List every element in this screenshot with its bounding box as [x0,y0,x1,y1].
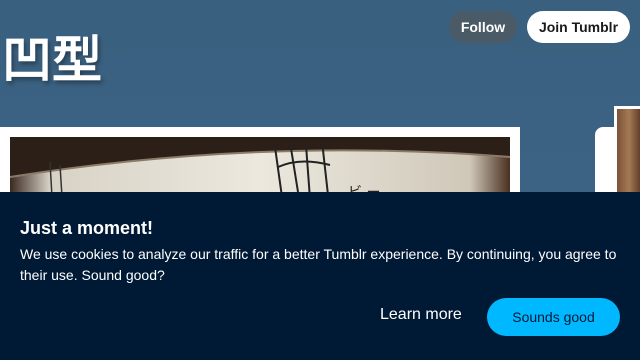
cookie-banner-title: Just a moment! [20,218,154,238]
tumblr-blog-page: 凹型 Follow Join Tumblr Just a moment! We … [0,0,640,360]
cookie-consent-banner: Just a moment! We use cookies to analyze… [0,192,640,360]
accept-cookies-button[interactable]: Sounds good [487,298,620,336]
learn-more-link[interactable]: Learn more [380,306,462,324]
blog-title[interactable]: 凹型 [2,30,102,90]
join-tumblr-button[interactable]: Join Tumblr [527,11,630,43]
cookie-banner-message: We use cookies to analyze our traffic fo… [20,246,617,283]
follow-button[interactable]: Follow [449,11,517,43]
side-post-image[interactable] [614,106,640,206]
